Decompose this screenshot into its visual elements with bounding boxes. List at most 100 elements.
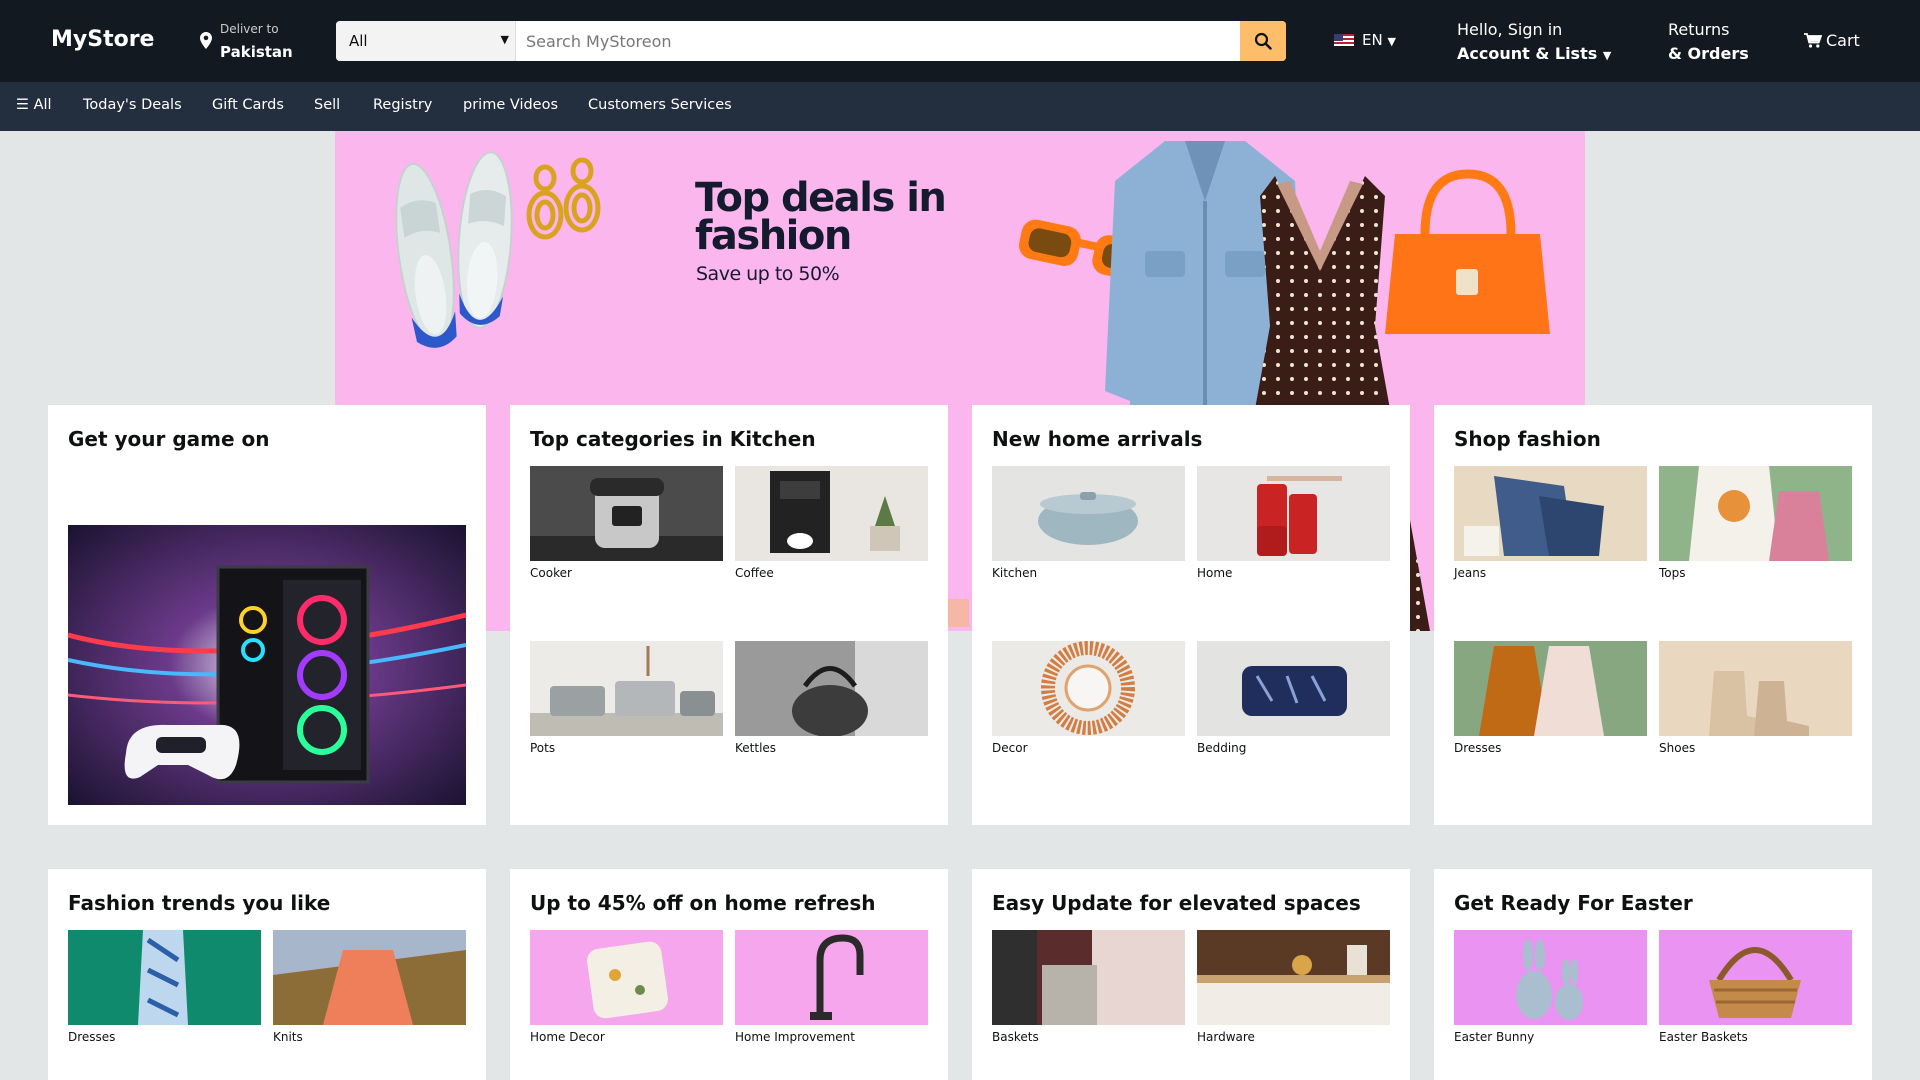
search-button[interactable]	[1240, 21, 1286, 61]
tile-label: Shoes	[1659, 741, 1696, 755]
tile-bedding[interactable]: Bedding	[1197, 641, 1390, 755]
gold-earrings-image	[526, 157, 601, 240]
sneakers-image	[395, 151, 513, 348]
cart-button[interactable]: Cart	[1804, 31, 1860, 50]
tile-easter-baskets[interactable]: Easter Baskets	[1659, 930, 1852, 1044]
card-top-categories-kitchen[interactable]: Top categories in Kitchen Cooker Coffee …	[510, 405, 948, 825]
tile-shoes[interactable]: Shoes	[1659, 641, 1852, 755]
tile-image	[1659, 930, 1852, 1025]
tile-image	[992, 466, 1185, 561]
tile-cooker[interactable]: Cooker	[530, 466, 723, 580]
nav-sell[interactable]: Sell	[314, 97, 340, 113]
tile-label: Knits	[273, 1030, 303, 1044]
card-title: Up to 45% off on home refresh	[530, 891, 876, 915]
tile-image	[68, 930, 261, 1025]
tile-tops[interactable]: Tops	[1659, 466, 1852, 580]
search-category-select[interactable]: All ▼	[336, 21, 516, 61]
tile-image	[1454, 466, 1647, 561]
tile-dresses[interactable]: Dresses	[68, 930, 261, 1044]
card-title: Shop fashion	[1454, 427, 1601, 451]
card-title: Top categories in Kitchen	[530, 427, 816, 451]
tile-label: Home Decor	[530, 1030, 605, 1044]
tile-decor[interactable]: Decor	[992, 641, 1185, 755]
tile-label: Home	[1197, 566, 1233, 580]
card-shop-fashion[interactable]: Shop fashion Jeans Tops Dresses Shoes	[1434, 405, 1872, 825]
tile-pots[interactable]: Pots	[530, 641, 723, 755]
all-menu-button[interactable]: ☰ All	[16, 97, 52, 113]
tile-image	[1659, 466, 1852, 561]
tile-home-improvement[interactable]: Home Improvement	[735, 930, 928, 1044]
hero-subheadline: Save up to 50%	[696, 263, 840, 285]
language-selector[interactable]: EN ▼	[1334, 31, 1396, 49]
tile-label: Home Improvement	[735, 1030, 855, 1044]
orders-label: & Orders	[1668, 44, 1749, 63]
tile-dresses[interactable]: Dresses	[1454, 641, 1647, 755]
tile-kitchen[interactable]: Kitchen	[992, 466, 1185, 580]
card-title: Fashion trends you like	[68, 891, 331, 915]
shopping-cart-icon	[1804, 33, 1823, 48]
card-title: New home arrivals	[992, 427, 1203, 451]
card-easter[interactable]: Get Ready For Easter Easter Bunny Easter…	[1434, 869, 1872, 1080]
tile-image	[735, 641, 928, 736]
returns-label: Returns	[1668, 20, 1730, 39]
tile-coffee[interactable]: Coffee	[735, 466, 928, 580]
tile-label: Baskets	[992, 1030, 1039, 1044]
tile-baskets[interactable]: Baskets	[992, 930, 1185, 1044]
returns-orders-link[interactable]: Returns & Orders	[1668, 18, 1749, 66]
sign-in-greeting: Hello, Sign in	[1457, 20, 1563, 39]
cart-label: Cart	[1826, 31, 1860, 50]
tile-label: Pots	[530, 741, 556, 755]
search-bar: All ▼	[336, 21, 1286, 61]
hamburger-menu-icon: ☰	[16, 97, 29, 113]
tile-label: Decor	[992, 741, 1028, 755]
card-home-refresh[interactable]: Up to 45% off on home refresh Home Decor…	[510, 869, 948, 1080]
tile-easter-bunny[interactable]: Easter Bunny	[1454, 930, 1647, 1044]
gaming-pc-image[interactable]	[68, 525, 466, 805]
tile-label: Coffee	[735, 566, 774, 580]
caret-down-icon: ▼	[1602, 49, 1612, 62]
search-icon	[1254, 32, 1272, 50]
tile-jeans[interactable]: Jeans	[1454, 466, 1647, 580]
us-flag-icon	[1334, 34, 1354, 46]
card-elevated-spaces[interactable]: Easy Update for elevated spaces Baskets …	[972, 869, 1410, 1080]
store-logo[interactable]: MyStore	[51, 27, 154, 52]
tile-label: Dresses	[1454, 741, 1502, 755]
tile-image	[1197, 641, 1390, 736]
tile-label: Kitchen	[992, 566, 1038, 580]
chevron-down-icon: ▼	[500, 33, 509, 46]
tile-knits[interactable]: Knits	[273, 930, 466, 1044]
card-new-home-arrivals[interactable]: New home arrivals Kitchen Home Decor Bed…	[972, 405, 1410, 825]
tile-kettles[interactable]: Kettles	[735, 641, 928, 755]
nav-customer-services[interactable]: Customers Services	[588, 97, 732, 113]
tile-hardware[interactable]: Hardware	[1197, 930, 1390, 1044]
tile-label: Tops	[1659, 566, 1686, 580]
nav-gift-cards[interactable]: Gift Cards	[212, 97, 284, 113]
tile-image	[530, 641, 723, 736]
deliver-to-label: Deliver to	[220, 22, 279, 36]
nav-todays-deals[interactable]: Today's Deals	[83, 97, 182, 113]
tile-label: Easter Bunny	[1454, 1030, 1535, 1044]
search-category-value: All	[349, 32, 368, 50]
tile-label: Bedding	[1197, 741, 1247, 755]
tile-image	[1659, 641, 1852, 736]
card-fashion-trends[interactable]: Fashion trends you like Dresses Knits	[48, 869, 486, 1080]
hero-headline: Top deals in fashion	[695, 175, 947, 256]
search-input[interactable]	[516, 21, 1228, 61]
caret-down-icon: ▼	[1387, 35, 1396, 48]
all-menu-label: All	[33, 97, 52, 113]
card-get-your-game-on[interactable]: Get your game on	[48, 405, 486, 825]
tile-home[interactable]: Home	[1197, 466, 1390, 580]
tile-label: Kettles	[735, 741, 777, 755]
nav-registry[interactable]: Registry	[373, 97, 432, 113]
nav-prime-videos[interactable]: prime Videos	[463, 97, 558, 113]
tile-label: Hardware	[1197, 1030, 1255, 1044]
card-title: Get Ready For Easter	[1454, 891, 1693, 915]
banner-accent	[947, 599, 969, 627]
secondary-nav: ☰ All Today's Deals Gift Cards Sell Regi…	[0, 82, 1920, 131]
tile-home-decor[interactable]: Home Decor	[530, 930, 723, 1044]
tile-label: Cooker	[530, 566, 572, 580]
account-lists-menu[interactable]: Hello, Sign in Account & Lists ▼	[1457, 18, 1611, 68]
hero-headline-line1: Top deals in	[695, 175, 947, 221]
card-title: Get your game on	[68, 427, 270, 451]
tile-image	[735, 466, 928, 561]
